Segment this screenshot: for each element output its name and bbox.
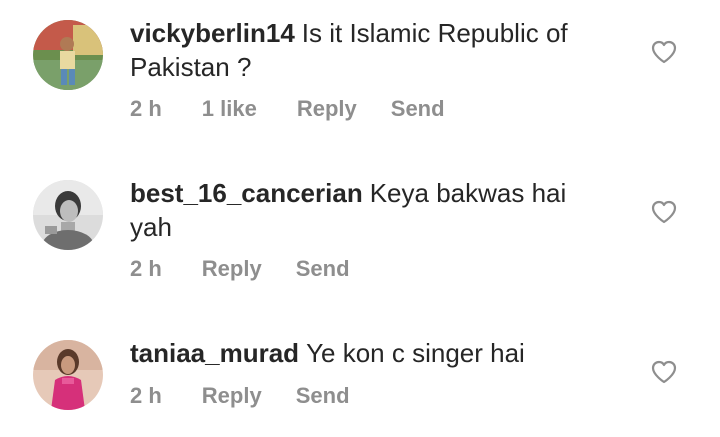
heart-icon[interactable] [651,360,677,384]
comment-username[interactable]: vickyberlin14 [130,18,295,48]
avatar[interactable] [33,180,103,250]
comment-time: 2 h [130,96,162,121]
heart-icon[interactable] [651,40,677,64]
avatar[interactable] [33,20,103,90]
avatar-image [33,340,103,410]
comment-meta: 2 h Reply Send [130,254,350,284]
comment-text-block: taniaa_murad Ye kon c singer hai [130,336,630,370]
comment-text-block: vickyberlin14 Is it Islamic Republic of P… [130,16,630,84]
comment-username[interactable]: taniaa_murad [130,338,299,368]
comment-username[interactable]: best_16_cancerian [130,178,363,208]
comment-text: Ye kon c singer hai [306,338,525,368]
comment-likes[interactable]: 1 like [202,94,257,124]
comment-text-block: best_16_cancerian Keya bakwas hai yah [130,176,590,244]
comment-meta: 2 h Reply Send [130,381,350,411]
send-button[interactable]: Send [391,94,445,124]
comment-item: vickyberlin14 Is it Islamic Republic of P… [0,0,720,140]
comment-item: taniaa_murad Ye kon c singer hai 2 h Reply… [0,320,720,437]
heart-icon[interactable] [651,200,677,224]
comment-meta: 2 h 1 like Reply Send [130,94,445,124]
comment-time: 2 h [130,256,162,281]
reply-button[interactable]: Reply [202,381,262,411]
avatar[interactable] [33,340,103,410]
reply-button[interactable]: Reply [297,94,357,124]
avatar-image [33,20,103,90]
send-button[interactable]: Send [296,381,350,411]
comment-item: best_16_cancerian Keya bakwas hai yah 2 h… [0,160,720,300]
send-button[interactable]: Send [296,254,350,284]
comment-time: 2 h [130,383,162,408]
avatar-image [33,180,103,250]
reply-button[interactable]: Reply [202,254,262,284]
